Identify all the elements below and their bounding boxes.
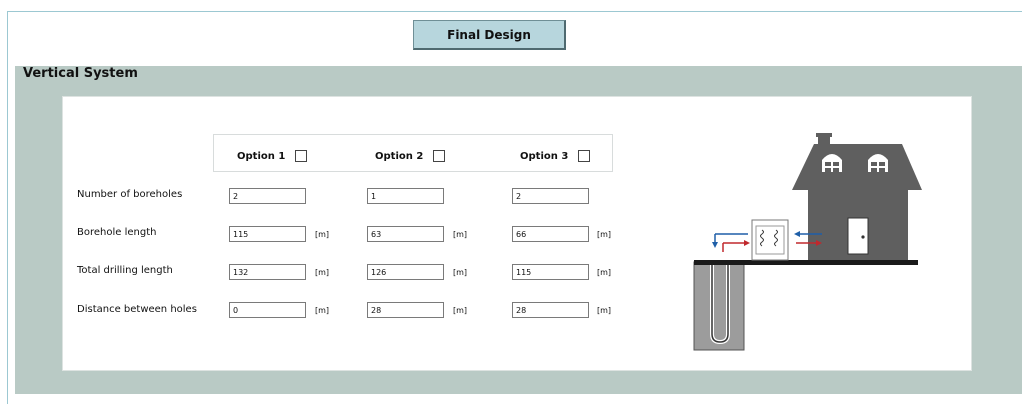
option-1-checkbox[interactable] [295,150,308,162]
unit-label: [m] [453,230,468,239]
option-2-label: Option 2 [375,150,424,162]
option-2-checkbox[interactable] [433,150,446,162]
option-3-checkbox[interactable] [578,150,591,162]
row-label-distance-between-holes: Distance between holes [77,304,197,315]
section-title: Vertical System [23,66,138,81]
distance-between-holes-option-3-field[interactable] [512,302,589,318]
unit-label: [m] [597,306,612,315]
row-label-number-of-boreholes: Number of boreholes [77,189,183,200]
option-3-label: Option 3 [520,150,569,162]
number-of-boreholes-option-3-field[interactable] [512,188,589,204]
final-design-button[interactable]: Final Design [413,20,566,50]
option-3-header: Option 3 [520,150,591,162]
row-label-total-drilling-length: Total drilling length [77,265,173,276]
geothermal-house-icon [693,133,922,351]
borehole-length-option-3-field[interactable] [512,226,589,242]
unit-label: [m] [453,306,468,315]
unit-label: [m] [315,268,330,277]
number-of-boreholes-option-1-field[interactable] [229,188,306,204]
option-1-label: Option 1 [237,150,286,162]
option-1-header: Option 1 [237,150,308,162]
unit-label: [m] [597,230,612,239]
unit-label: [m] [597,268,612,277]
total-drilling-length-option-3-field[interactable] [512,264,589,280]
borehole-length-option-2-field[interactable] [367,226,444,242]
option-2-header: Option 2 [375,150,446,162]
borehole-length-option-1-field[interactable] [229,226,306,242]
total-drilling-length-option-1-field[interactable] [229,264,306,280]
unit-label: [m] [453,268,468,277]
distance-between-holes-option-1-field[interactable] [229,302,306,318]
total-drilling-length-option-2-field[interactable] [367,264,444,280]
unit-label: [m] [315,230,330,239]
distance-between-holes-option-2-field[interactable] [367,302,444,318]
row-label-borehole-length: Borehole length [77,227,157,238]
number-of-boreholes-option-2-field[interactable] [367,188,444,204]
unit-label: [m] [315,306,330,315]
